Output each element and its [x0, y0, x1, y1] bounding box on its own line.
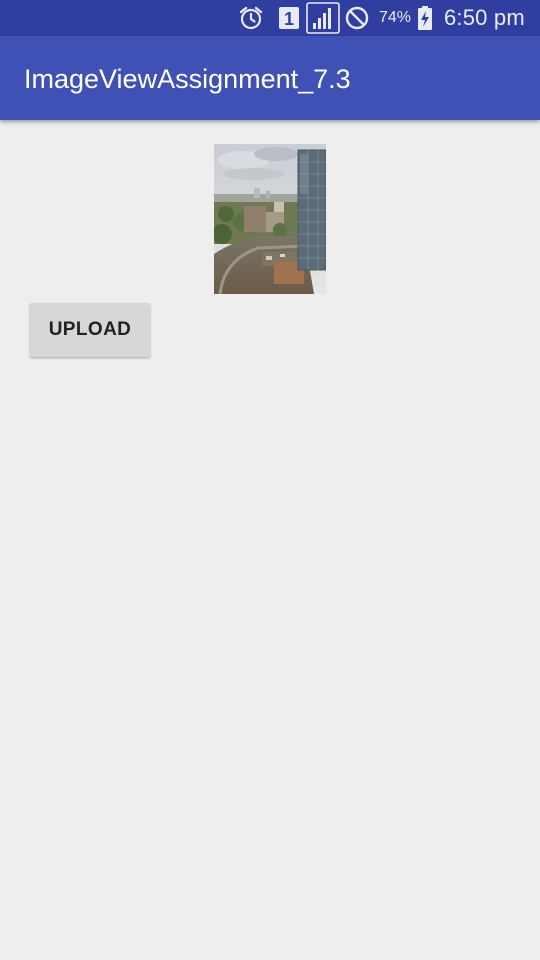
city-photo-image	[214, 144, 326, 294]
battery-percent: 74%	[379, 9, 412, 26]
upload-button[interactable]: UPLOAD	[30, 303, 150, 357]
status-time: 6:50 pm	[444, 5, 525, 30]
app-bar: ImageViewAssignment_7.3	[0, 36, 540, 120]
sim-label: 1	[284, 9, 294, 29]
do-not-disturb-icon	[344, 0, 372, 36]
app-title: ImageViewAssignment_7.3	[24, 64, 351, 94]
status-bar: 1 74% 6:50 pm	[0, 0, 540, 36]
signal-icon	[306, 0, 342, 36]
alarm-icon	[238, 0, 266, 36]
battery-charging-icon	[417, 0, 435, 36]
sim-1-icon: 1	[278, 0, 300, 36]
